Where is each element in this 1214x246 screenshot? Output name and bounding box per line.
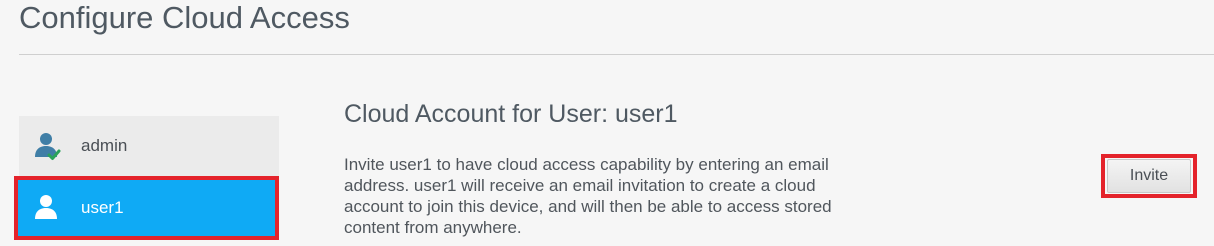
user-item-label: admin bbox=[81, 136, 128, 155]
section-title: Cloud Account for User: user1 bbox=[344, 100, 678, 128]
user-item-user1[interactable]: user1 bbox=[14, 176, 279, 240]
title-divider bbox=[19, 54, 1214, 55]
invite-button-highlight: Invite bbox=[1101, 154, 1197, 198]
user-check-icon bbox=[35, 131, 61, 161]
section-description: Invite user1 to have cloud access capabi… bbox=[344, 155, 832, 237]
user-item-admin[interactable]: admin bbox=[19, 116, 279, 176]
invite-button[interactable]: Invite bbox=[1107, 159, 1191, 193]
user-item-label: user1 bbox=[81, 198, 124, 217]
user-list: admin user1 bbox=[14, 116, 279, 240]
cloud-account-section: Cloud Account for User: user1 Invite use… bbox=[344, 98, 1204, 237]
page-title: Configure Cloud Access bbox=[19, 0, 350, 35]
user-icon bbox=[35, 193, 61, 223]
